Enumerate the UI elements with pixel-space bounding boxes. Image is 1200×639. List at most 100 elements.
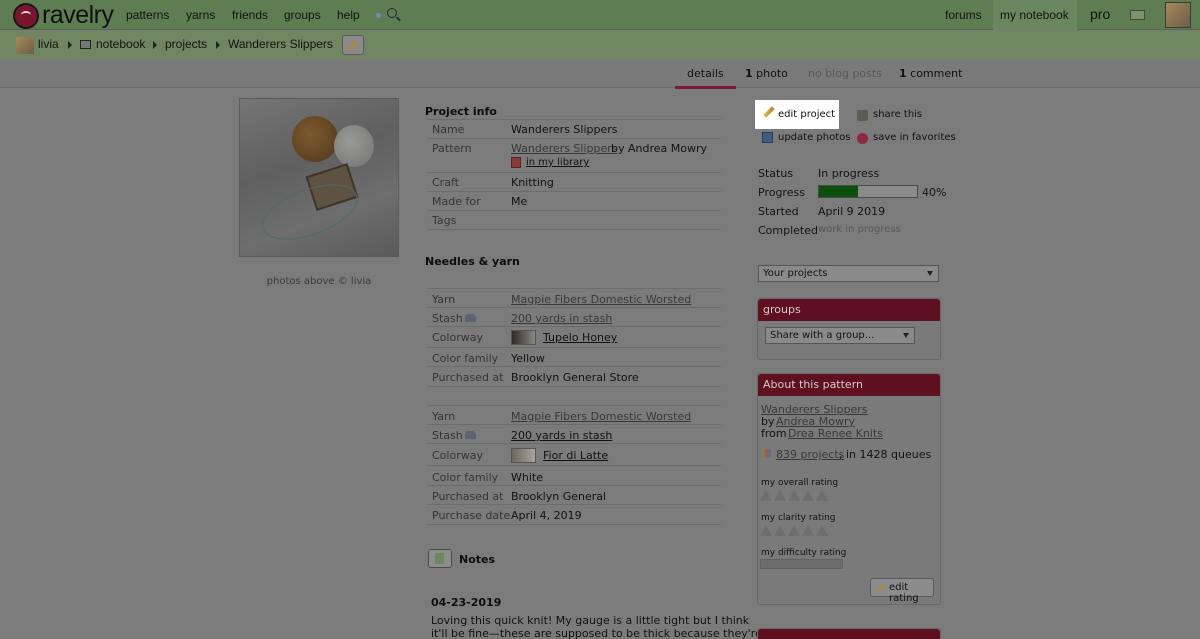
colorway-swatch-image[interactable] (511, 448, 536, 463)
notes-date: 04-23-2019 (431, 596, 502, 609)
brand-name[interactable]: ravelry (42, 1, 114, 30)
tab-blog-posts[interactable]: no blog posts (808, 67, 882, 80)
star-icon[interactable] (802, 490, 814, 501)
star-icon[interactable] (788, 490, 800, 501)
nav-yarns[interactable]: yarns (186, 8, 215, 22)
pattern-designer: by Andrea Mowry (611, 142, 708, 155)
stash-link[interactable]: 200 yards in stash (511, 429, 612, 442)
photo-yarn-ball-white (334, 125, 374, 167)
colorway-swatch-image[interactable] (511, 330, 536, 345)
tab-comment[interactable]: 1 comment (899, 67, 962, 80)
your-projects-select[interactable]: Your projects (758, 265, 939, 282)
ravelry-logo-icon[interactable] (13, 3, 39, 29)
status-value: In progress (818, 167, 880, 180)
share-with-group-select[interactable]: Share with a group... (765, 327, 915, 344)
clarity-rating-stars[interactable] (760, 525, 830, 539)
star-icon[interactable] (774, 490, 786, 501)
nav-friends[interactable]: friends (232, 8, 268, 22)
groups-panel-title: groups (758, 299, 940, 321)
overall-rating-stars[interactable] (760, 490, 830, 504)
next-panel (757, 628, 941, 639)
star-icon[interactable] (816, 525, 828, 536)
divider (427, 119, 721, 120)
about-from-label: from (761, 427, 787, 440)
tab-photo[interactable]: 1 photo (745, 67, 788, 80)
nav-groups[interactable]: groups (284, 8, 321, 22)
yarn-link[interactable]: Magpie Fibers Domestic Worsted (511, 293, 691, 306)
label-tags: Tags (432, 214, 457, 227)
value-purchased-at: Brooklyn General (511, 490, 607, 503)
breadcrumb-separator-icon (216, 41, 220, 49)
stash-icon (465, 314, 476, 322)
nav-my-notebook[interactable]: my notebook (1000, 8, 1069, 22)
divider (427, 465, 721, 466)
label-yarn: Yarn (432, 293, 456, 306)
notes-text-line-2: it'll be fine—these are supposed to be t… (431, 627, 762, 639)
about-source-link[interactable]: Drea Renee Knits (788, 427, 883, 440)
share-this-link[interactable]: share this (873, 109, 922, 120)
in-my-library-link[interactable]: in my library (526, 157, 589, 168)
value-color-family: White (511, 471, 543, 484)
mail-icon[interactable] (1130, 10, 1145, 20)
projects-count-link[interactable]: 839 projects (776, 448, 844, 461)
needles-yarn-heading: Needles & yarn (425, 255, 520, 268)
notification-dot-icon (376, 13, 381, 18)
edit-pencil-button[interactable] (342, 35, 364, 55)
projects-grid-icon (762, 449, 771, 458)
update-photos-link[interactable]: update photos (778, 132, 850, 143)
heart-icon (857, 133, 868, 144)
completed-value: work in progress (818, 224, 901, 235)
star-icon[interactable] (816, 490, 828, 501)
started-value: April 9 2019 (818, 205, 886, 218)
breadcrumb-projects[interactable]: projects (165, 37, 207, 51)
divider (427, 424, 721, 425)
breadcrumb: livia notebook projects Wanderers Slippe… (0, 31, 1200, 59)
star-icon[interactable] (760, 525, 772, 536)
star-icon[interactable] (760, 490, 772, 501)
project-photo[interactable] (239, 98, 399, 257)
stash-link[interactable]: 200 yards in stash (511, 312, 612, 325)
difficulty-rating-bar[interactable] (760, 559, 843, 569)
nav-help[interactable]: help (337, 8, 360, 22)
queues-count: , in 1428 queues (839, 448, 932, 461)
progress-bar (818, 185, 918, 198)
colorway-link[interactable]: Tupelo Honey (543, 331, 617, 344)
photos-icon (762, 132, 773, 143)
breadcrumb-separator-icon (153, 41, 157, 49)
label-colorway: Colorway (432, 449, 483, 462)
value-color-family: Yellow (511, 352, 545, 365)
nav-patterns[interactable]: patterns (126, 8, 169, 22)
nav-pro[interactable]: pro (1090, 6, 1110, 22)
breadcrumb-project-name: Wanderers Slippers (228, 37, 333, 51)
search-icon[interactable] (387, 8, 397, 18)
nav-forums[interactable]: forums (945, 8, 982, 22)
photo-caption: photos above © livia (266, 276, 372, 287)
breadcrumb-avatar[interactable] (16, 37, 34, 54)
colorway-link[interactable]: Fior di Latte (543, 449, 608, 462)
breadcrumb-notebook[interactable]: notebook (96, 37, 145, 51)
star-icon[interactable] (802, 525, 814, 536)
edit-rating-button[interactable]: edit rating (870, 578, 934, 604)
photo-yarn-ball-brown (292, 116, 338, 162)
star-icon[interactable] (788, 525, 800, 536)
label-made-for: Made for (432, 195, 481, 208)
share-icon (857, 110, 868, 121)
notes-text-line-1: Loving this quick knit! My gauge is a li… (431, 614, 750, 627)
tab-details[interactable]: details (675, 67, 736, 89)
divider (427, 288, 721, 289)
value-made-for: Me (511, 195, 528, 208)
breadcrumb-user[interactable]: livia (38, 37, 59, 51)
yarn-link[interactable]: Magpie Fibers Domestic Worsted (511, 410, 691, 423)
save-in-favorites-link[interactable]: save in favorites (873, 132, 956, 143)
divider (427, 326, 721, 327)
progress-label: Progress (758, 186, 805, 199)
divider (427, 485, 721, 486)
star-icon[interactable] (774, 525, 786, 536)
breadcrumb-separator-icon (68, 41, 72, 49)
started-label: Started (758, 205, 799, 218)
label-name: Name (432, 123, 465, 136)
notebook-icon (80, 40, 91, 49)
pattern-link[interactable]: Wanderers Slippers (511, 142, 618, 155)
edit-project-link[interactable]: edit project (778, 109, 835, 120)
user-avatar[interactable] (1165, 2, 1191, 28)
